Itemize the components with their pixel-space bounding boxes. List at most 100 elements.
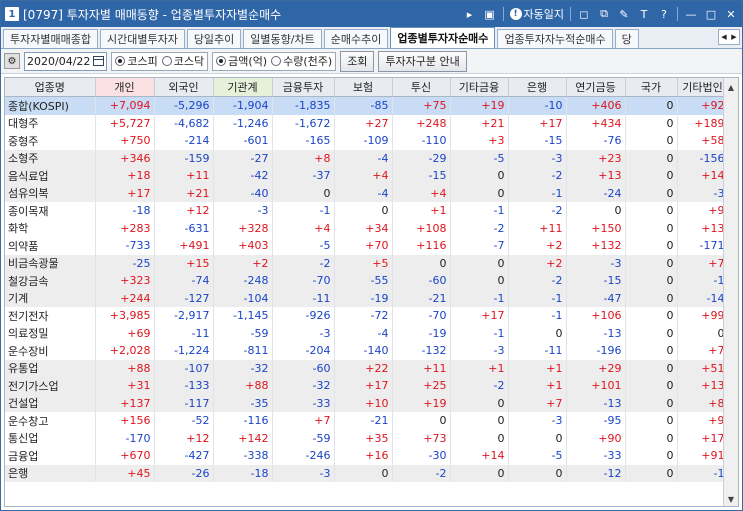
tab-sector-cumulative-net-buy[interactable]: 업종투자자누적순매수 <box>497 29 613 48</box>
table-row[interactable]: 소형주 +346 -159 -27 +8 -4 -29 -5 -3 +23 0 -156 <box>5 149 729 167</box>
tab-investor-summary[interactable]: 투자자별매매종합 <box>3 29 98 48</box>
table-row[interactable]: 통신업 -170 +12 +142 -59 +35 +73 0 0 +90 0 +17 <box>5 429 729 447</box>
tab-intraday-trend[interactable]: 당일추이 <box>186 29 242 48</box>
tab-net-buy-trend[interactable]: 순매수추이 <box>323 29 389 48</box>
value-cell: -1 <box>450 202 509 220</box>
value-cell: -32 <box>213 359 273 377</box>
table-row[interactable]: 종합(KOSPI) +7,094 -5,296 -1,904 -1,835 -85 +75 +… <box>5 96 729 115</box>
table-row[interactable]: 운수장비 +2,028 -1,224 -811 -204 -140 -132 -3 -11 -19… <box>5 342 729 360</box>
sector-name-cell: 유통업 <box>5 359 96 377</box>
table-row[interactable]: 대형주 +5,727 -4,682 -1,246 -1,672 +27 +248 +21 +17… <box>5 114 729 132</box>
font-icon[interactable]: T <box>637 7 651 21</box>
column-header[interactable]: 투신 <box>392 78 451 97</box>
value-cell: 0 <box>450 412 509 430</box>
value-cell: -52 <box>154 412 214 430</box>
value-cell: +434 <box>566 114 626 132</box>
radio-quantity[interactable]: 수량(천주) <box>271 53 332 69</box>
value-cell: +3,985 <box>95 307 155 325</box>
column-header[interactable]: 금융투자 <box>272 78 335 97</box>
value-cell: -132 <box>392 342 451 360</box>
sector-name-cell: 은행 <box>5 464 96 482</box>
value-cell: +108 <box>392 219 451 237</box>
maximize-icon[interactable]: □ <box>704 7 718 21</box>
value-cell: -19 <box>334 289 393 307</box>
value-cell: +7 <box>508 394 567 412</box>
tab-time-investor[interactable]: 시간대별투자자 <box>99 29 185 48</box>
value-cell: -170 <box>95 429 155 447</box>
value-cell: +13 <box>677 377 729 395</box>
value-cell: -11 <box>508 342 567 360</box>
value-cell: 0 <box>566 202 626 220</box>
play-icon[interactable]: ▸ <box>463 7 477 21</box>
radio-kosdaq[interactable]: 코스닥 <box>161 53 204 69</box>
value-cell: +22 <box>334 359 393 377</box>
column-header[interactable]: 기타금융 <box>450 78 509 97</box>
radio-kosdaq-dot[interactable] <box>161 56 172 66</box>
help-icon[interactable]: ? <box>657 7 671 21</box>
column-header[interactable]: 업종명 <box>5 78 96 97</box>
column-header[interactable]: 기관계 <box>213 78 273 97</box>
value-cell: +2 <box>508 254 567 272</box>
table-row[interactable]: 종이목재 -18 +12 -3 -1 0 +1 -1 -2 0 0 +9 <box>5 202 729 220</box>
date-field[interactable]: 2020/04/22 <box>24 51 108 71</box>
table-row[interactable]: 유통업 +88 -107 -32 -60 +22 +11 +1 +1 +29 0 +51 <box>5 359 729 377</box>
column-header[interactable]: 은행 <box>508 78 567 97</box>
table-row[interactable]: 건설업 +137 -117 -35 -33 +10 +19 0 +7 -13 0 +8 <box>5 394 729 412</box>
tab-daily-chart[interactable]: 일별동향/차트 <box>243 29 322 48</box>
column-header[interactable]: 연기금등 <box>566 78 626 97</box>
table-row[interactable]: 중형주 +750 -214 -601 -165 -109 -110 +3 -15 -76 0 +58 <box>5 132 729 150</box>
radio-amount-dot[interactable] <box>216 56 227 66</box>
title-separator <box>502 7 504 21</box>
tab-truncated[interactable]: 당 <box>614 29 639 48</box>
table-row[interactable]: 화학 +283 -631 +328 +4 +34 +108 -2 +11 +150 0 +13 <box>5 219 729 237</box>
vertical-scrollbar[interactable]: ▲ ▼ <box>723 78 738 506</box>
investor-guide-button[interactable]: 투자자구분 안내 <box>378 50 467 72</box>
minimize-icon[interactable]: — <box>684 7 698 21</box>
query-button[interactable]: 조회 <box>340 50 375 72</box>
tab-sector-investor-net-buy[interactable]: 업종별투자자순매수 <box>390 27 496 48</box>
sector-name-cell: 전기전자 <box>5 307 96 325</box>
auto-log-button[interactable]: ! 자동일지 <box>509 6 564 22</box>
chevron-down-icon[interactable]: ▼ <box>724 492 738 506</box>
tab-scroll[interactable]: ◀ ▶ <box>718 29 740 45</box>
table-row[interactable]: 음식료업 +18 +11 -42 -37 +4 -15 0 -2 +13 0 +14 <box>5 167 729 185</box>
table-row[interactable]: 의약품 -733 +491 +403 -5 +70 +116 -7 +2 +132 0 -171 <box>5 237 729 255</box>
value-cell: -7 <box>450 237 509 255</box>
column-header[interactable]: 외국인 <box>154 78 214 97</box>
table-row[interactable]: 은행 +45 -26 -18 -3 0 -2 0 0 -12 0 -1 <box>5 464 729 482</box>
calendar-icon[interactable] <box>93 56 105 66</box>
table-row[interactable]: 기계 +244 -127 -104 -11 -19 -21 -1 -1 -47 0 -14 <box>5 289 729 307</box>
column-header[interactable]: 개인 <box>95 78 155 97</box>
value-cell: +25 <box>392 377 451 395</box>
table-row[interactable]: 전기가스업 +31 -133 +88 -32 +17 +25 -2 +1 +101 0 +13 <box>5 377 729 395</box>
column-header[interactable]: 기타법인 <box>677 78 729 97</box>
value-cell: -27 <box>213 149 273 167</box>
table-row[interactable]: 의료정밀 +69 -11 -59 -3 -4 -19 -1 0 -13 0 0 <box>5 324 729 342</box>
value-cell: -60 <box>392 272 451 290</box>
column-header[interactable]: 국가 <box>625 78 678 97</box>
table-row[interactable]: 비금속광물 -25 +15 +2 -2 +5 0 0 +2 -3 0 +7 <box>5 254 729 272</box>
gear-icon[interactable]: ⚙ <box>4 53 20 69</box>
tool-icon[interactable]: ✎ <box>617 7 631 21</box>
copy-icon[interactable]: ⧉ <box>597 7 611 21</box>
value-cell: -19 <box>392 324 451 342</box>
chevron-up-icon[interactable]: ▲ <box>724 80 738 94</box>
table-row[interactable]: 전기전자 +3,985 -2,917 -1,145 -926 -72 -70 +17 -1 +10… <box>5 307 729 325</box>
title-separator <box>677 7 678 21</box>
chevron-left-icon[interactable]: ◀ <box>719 30 729 44</box>
radio-quantity-dot[interactable] <box>271 56 282 66</box>
table-row[interactable]: 금융업 +670 -427 -338 -246 +16 -30 +14 -5 -33 0 +91 <box>5 447 729 465</box>
radio-amount[interactable]: 금액(억) <box>216 53 267 69</box>
value-cell: +283 <box>95 219 155 237</box>
value-cell: +19 <box>450 96 509 115</box>
table-row[interactable]: 운수창고 +156 -52 -116 +7 -21 0 0 -3 -95 0 +9 <box>5 412 729 430</box>
window-icon[interactable]: ◻ <box>577 7 591 21</box>
radio-kospi[interactable]: 코스피 <box>115 53 158 69</box>
close-icon[interactable]: ✕ <box>724 7 738 21</box>
column-header[interactable]: 보험 <box>334 78 393 97</box>
table-row[interactable]: 철강금속 +323 -74 -248 -70 -55 -60 0 -2 -15 0 -1 <box>5 272 729 290</box>
radio-kospi-dot[interactable] <box>115 56 126 66</box>
screen-icon[interactable]: ▣ <box>483 7 497 21</box>
chevron-right-icon[interactable]: ▶ <box>729 30 739 44</box>
table-row[interactable]: 섬유의복 +17 +21 -40 0 -4 +4 0 -1 -24 0 -3 <box>5 184 729 202</box>
